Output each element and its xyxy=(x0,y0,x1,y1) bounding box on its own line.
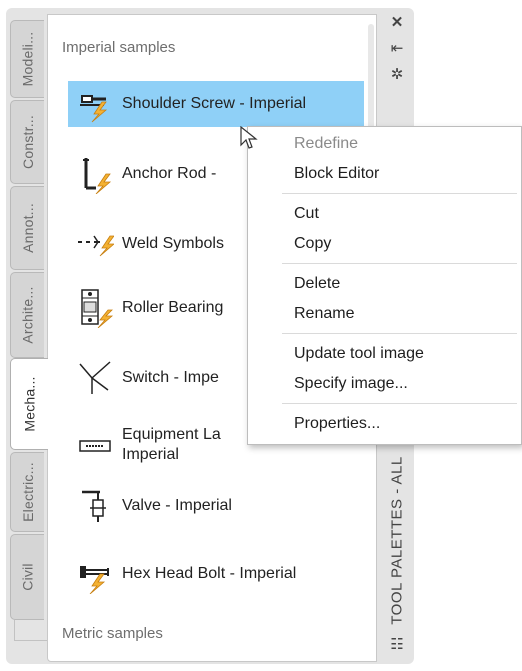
tool-hex-head-bolt[interactable]: Hex Head Bolt - Imperial xyxy=(68,551,364,597)
menu-item-cut[interactable]: Cut xyxy=(294,205,319,223)
menu-separator xyxy=(282,263,517,264)
menu-item-delete[interactable]: Delete xyxy=(294,275,340,293)
tool-label: Hex Head Bolt - Imperial xyxy=(122,565,297,582)
tool-label: Equipment La xyxy=(122,426,221,443)
menu-item-block-editor[interactable]: Block Editor xyxy=(294,165,379,183)
tab-mechanical[interactable]: Mecha... xyxy=(10,358,48,450)
tool-valve[interactable]: Valve - Imperial xyxy=(68,483,364,529)
tab-label: Electric... xyxy=(19,462,36,522)
tab-label: Constr... xyxy=(19,115,36,169)
tab-architectural[interactable]: Archite... xyxy=(10,272,44,358)
menu-item-rename[interactable]: Rename xyxy=(294,305,354,323)
equipment-label-icon xyxy=(78,425,114,465)
tool-label: Weld Symbols xyxy=(122,235,224,252)
tab-civil[interactable]: Civil xyxy=(10,534,44,620)
properties-gear-icon[interactable]: ✲ xyxy=(388,66,406,84)
menu-item-specify-image[interactable]: Specify image... xyxy=(294,375,408,393)
tab-constraints[interactable]: Constr... xyxy=(10,100,44,184)
palette-menu-icon[interactable]: ☷ xyxy=(388,636,406,654)
tool-label: Valve - Imperial xyxy=(122,497,232,514)
tab-stack-edge xyxy=(14,620,47,641)
tool-label-line2: Imperial xyxy=(122,446,179,463)
mouse-cursor-icon xyxy=(240,125,260,150)
tool-label: Roller Bearing xyxy=(122,299,224,316)
menu-separator xyxy=(282,403,517,404)
autohide-icon[interactable]: ⇤ xyxy=(388,40,406,58)
hex-bolt-icon xyxy=(78,554,114,595)
tool-label: Switch - Impe xyxy=(122,369,219,386)
palette-title: TOOL PALETTES - ALL xyxy=(384,440,410,640)
close-icon[interactable]: ✕ xyxy=(388,14,406,32)
tab-modeling[interactable]: Modeli... xyxy=(10,20,44,98)
weld-symbol-icon xyxy=(78,224,116,264)
switch-icon xyxy=(78,358,114,398)
tab-label: Civil xyxy=(19,563,36,591)
section-title-imperial: Imperial samples xyxy=(62,39,176,56)
section-title-metric: Metric samples xyxy=(62,625,163,642)
menu-item-properties[interactable]: Properties... xyxy=(294,415,380,433)
tab-label: Archite... xyxy=(19,286,36,344)
valve-icon xyxy=(78,486,114,526)
tab-label: Mecha... xyxy=(21,376,38,432)
context-menu: Redefine Block Editor Cut Copy Delete Re… xyxy=(247,126,522,445)
tab-label: Modeli... xyxy=(19,31,36,87)
tab-annotation[interactable]: Annot... xyxy=(10,186,44,270)
menu-item-redefine[interactable]: Redefine xyxy=(294,135,358,153)
tool-label: Anchor Rod - xyxy=(122,165,217,182)
anchor-rod-icon xyxy=(78,154,114,195)
tab-label: Annot... xyxy=(19,203,36,253)
menu-item-update-tool-image[interactable]: Update tool image xyxy=(294,345,424,363)
tab-electrical[interactable]: Electric... xyxy=(10,452,44,532)
menu-item-copy[interactable]: Copy xyxy=(294,235,331,253)
tool-label: Shoulder Screw - Imperial xyxy=(122,95,307,112)
palette-title-text: TOOL PALETTES - ALL xyxy=(388,455,406,625)
tool-shoulder-screw[interactable]: Shoulder Screw - Imperial xyxy=(68,81,364,127)
roller-bearing-icon xyxy=(78,288,114,329)
menu-separator xyxy=(282,333,517,334)
menu-separator xyxy=(282,193,517,194)
shoulder-screw-icon xyxy=(78,84,114,124)
